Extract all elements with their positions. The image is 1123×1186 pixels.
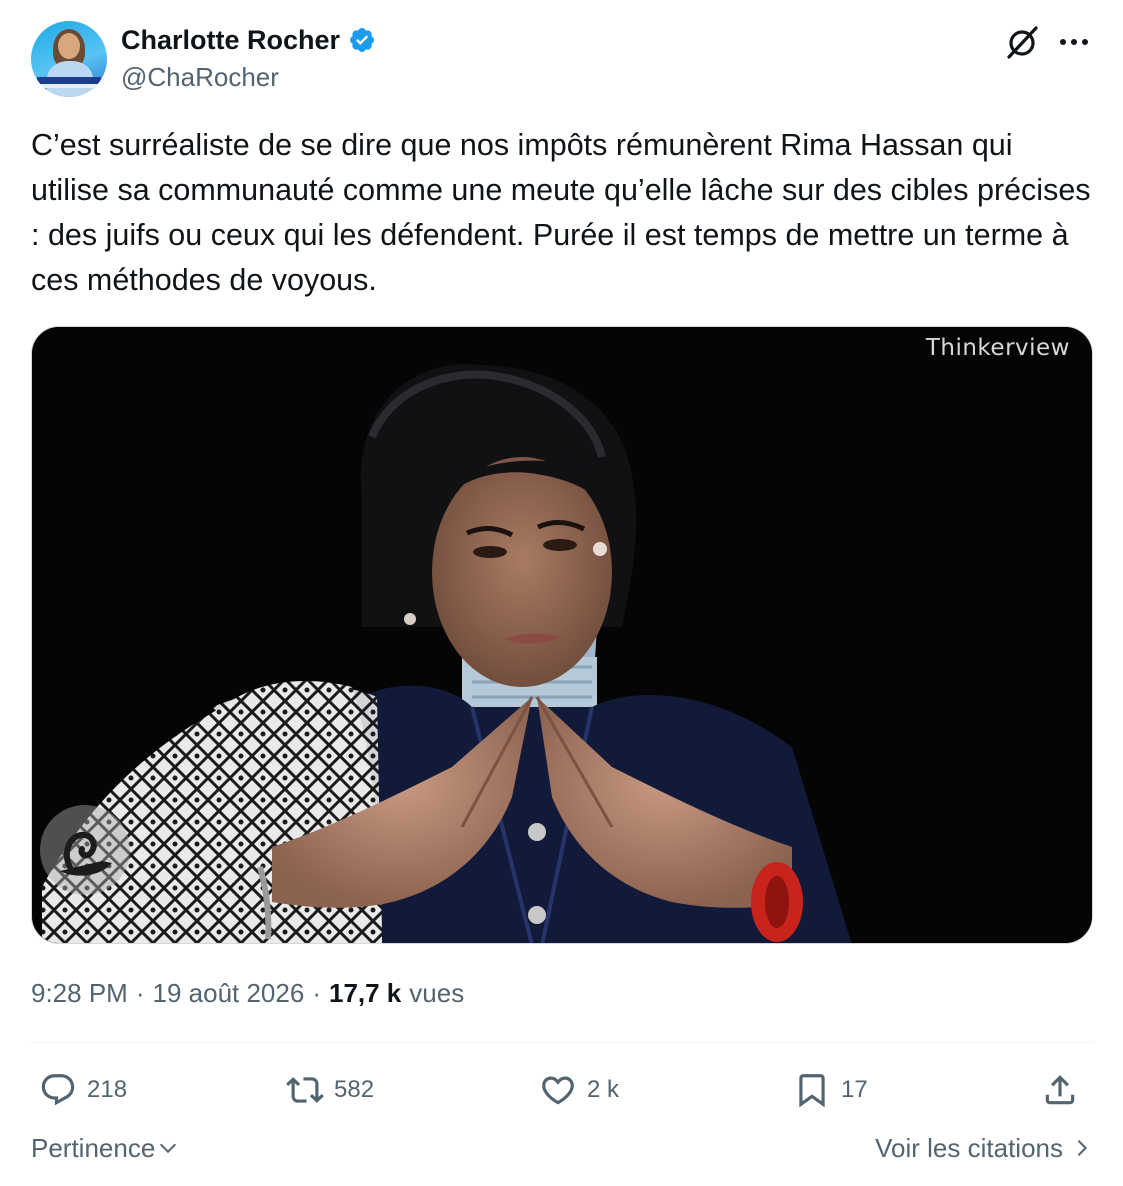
display-name[interactable]: Charlotte Rocher [121,23,340,57]
verified-badge-icon [350,28,375,52]
chevron-down-icon [160,1143,177,1154]
bookmark-icon [799,1074,825,1108]
tweet-header: Charlotte Rocher @ChaRocher [31,21,1093,99]
reply-button[interactable]: 218 [39,1066,127,1114]
repost-icon [286,1077,324,1103]
meta-separator: · [135,978,145,1008]
tweet-meta: 9:28 PM · 19 août 2026 · 17,7 k vues [31,976,464,1010]
divider [31,1042,1093,1043]
sort-dropdown[interactable]: Pertinence [31,1128,179,1168]
reply-icon [41,1074,75,1106]
handle[interactable]: @ChaRocher [121,59,376,95]
display-name-row[interactable]: Charlotte Rocher [121,23,376,57]
share-button[interactable] [1041,1066,1079,1114]
chevron-right-icon [1077,1139,1088,1157]
reply-footer: Pertinence Voir les citations [31,1128,1093,1168]
tweet-media-image[interactable]: Thinkerview [31,326,1093,944]
avatar[interactable] [31,21,107,97]
like-count: 2 k [587,1076,620,1103]
tweet-time[interactable]: 9:28 PM [31,976,128,1010]
quotes-label: Voir les citations [875,1133,1063,1163]
share-icon [1045,1075,1075,1105]
view-quotes-link[interactable]: Voir les citations [875,1128,1093,1168]
tweet-date[interactable]: 19 août 2026 [153,976,305,1010]
bookmark-button[interactable]: 17 [793,1066,868,1114]
like-button[interactable]: 2 k [539,1066,619,1114]
media-photo [32,327,1092,943]
grok-slash-icon[interactable] [1003,23,1041,61]
tweet-text: C’est surréaliste de se dire que nos imp… [31,128,1091,297]
media-watermark: Thinkerview [925,335,1070,361]
sort-label: Pertinence [31,1133,156,1163]
views-count: 17,7 k [328,978,402,1008]
repost-count: 582 [334,1076,375,1103]
repost-button[interactable]: 582 [286,1066,374,1114]
action-bar: 218 582 2 k 17 [31,1066,1093,1114]
heart-icon [542,1076,574,1105]
views-label: vues [409,978,465,1008]
more-dots-icon[interactable] [1055,25,1093,59]
reply-count: 218 [87,1076,128,1103]
bookmark-count: 17 [841,1076,868,1103]
meta-separator-2: · [312,978,321,1008]
swan-logo-icon [40,805,130,895]
author-info: Charlotte Rocher @ChaRocher [121,23,376,95]
